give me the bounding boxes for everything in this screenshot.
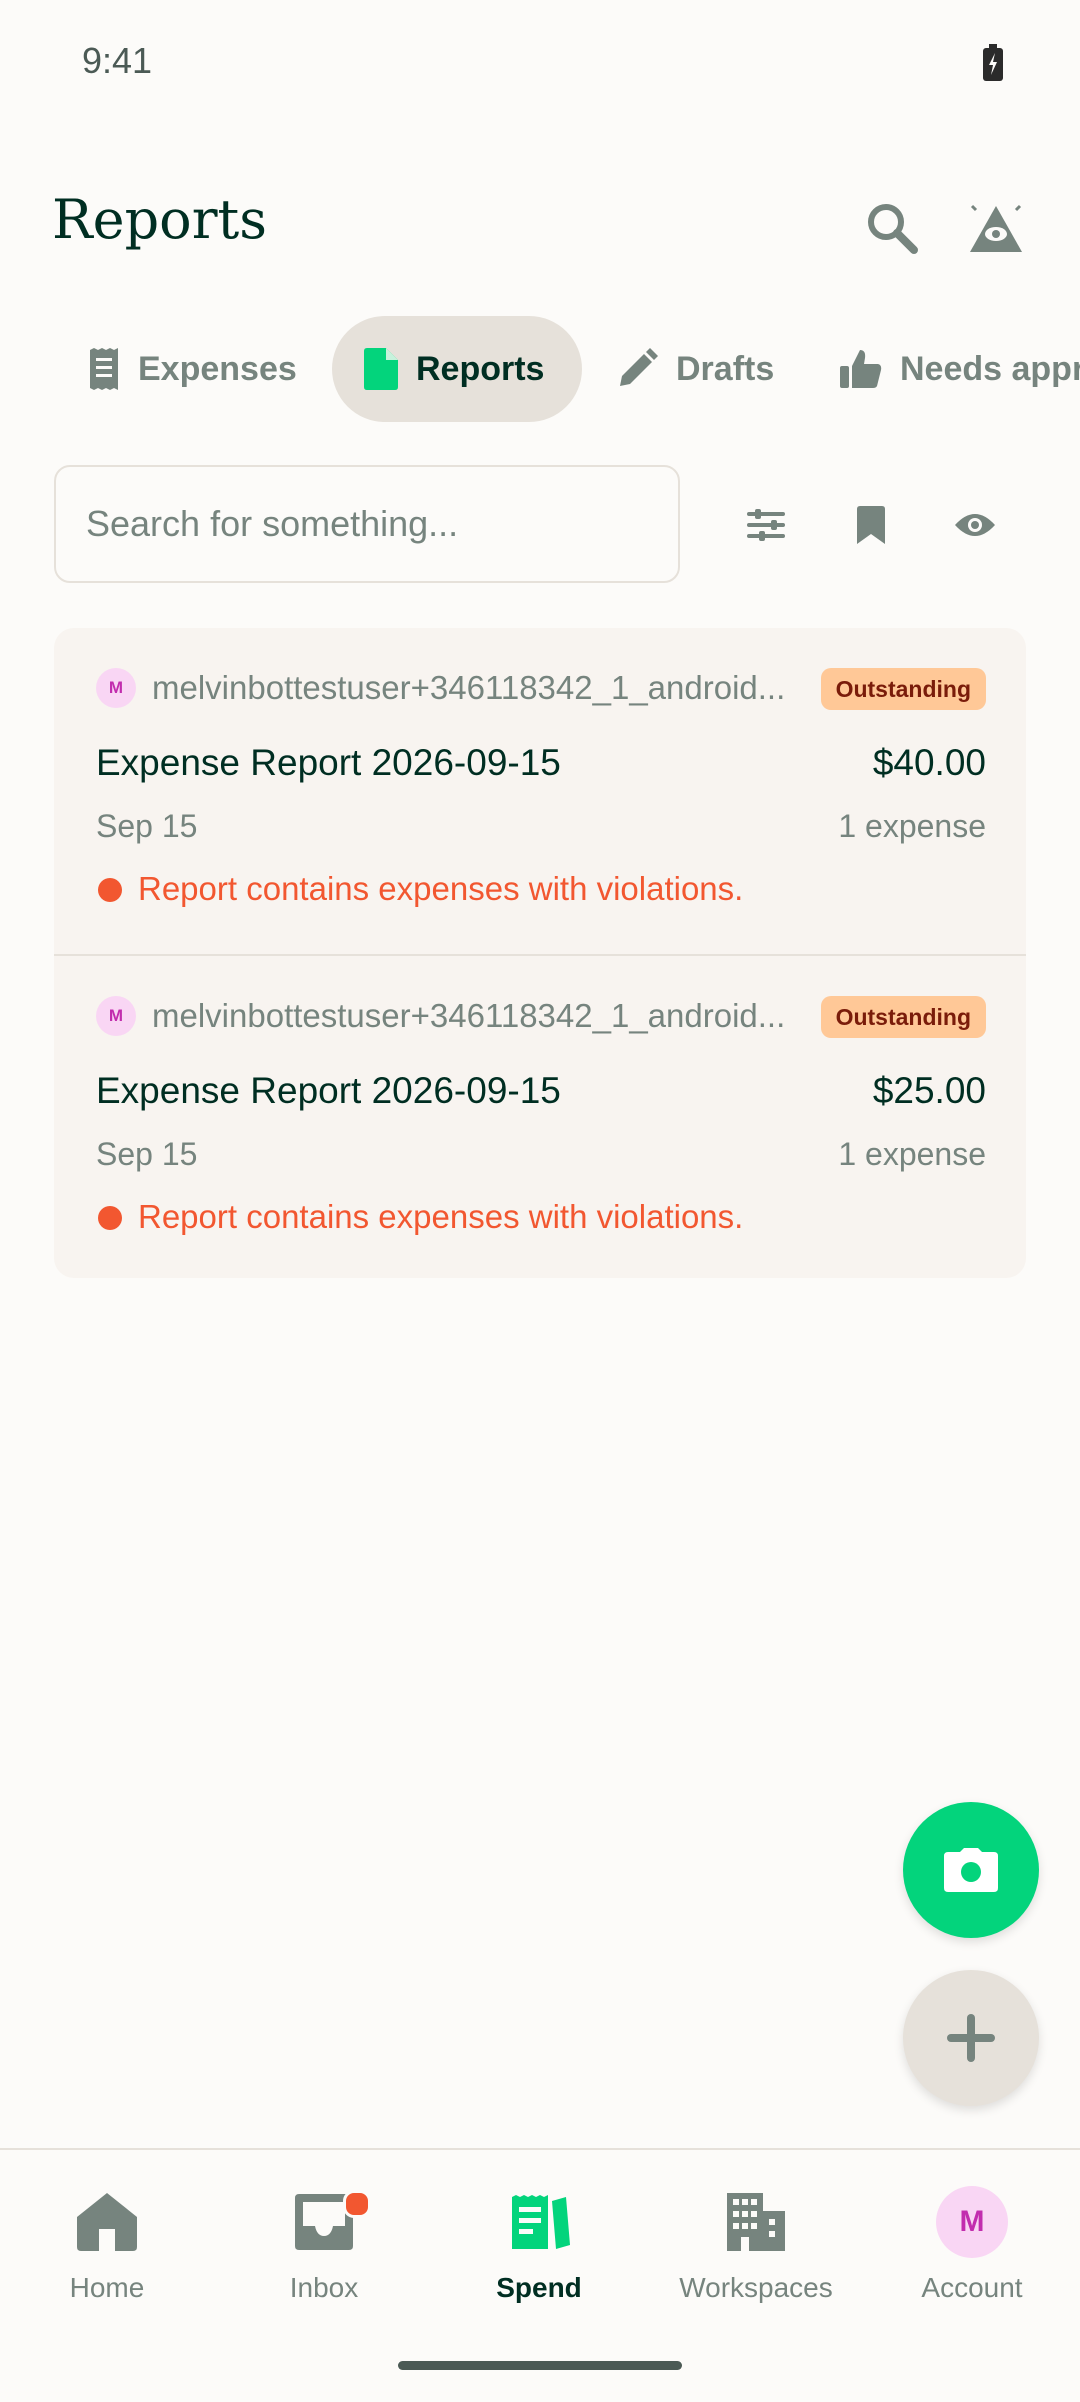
pencil-icon <box>620 348 658 386</box>
tab-drafts[interactable]: Drafts <box>584 316 806 422</box>
building-icon <box>727 2193 785 2251</box>
saved-searches-button[interactable] <box>836 490 906 560</box>
battery-icon <box>983 44 1003 81</box>
tab-label: Reports <box>416 349 545 388</box>
nav-label: Account <box>921 2272 1023 2303</box>
submitter-email: melvinbottestuser+346118342_1_android... <box>152 669 786 706</box>
submitter-avatar: M <box>96 996 136 1036</box>
search-input[interactable] <box>56 467 678 581</box>
receipt-icon <box>90 348 118 390</box>
violation-dot-icon <box>98 878 122 902</box>
tab-label: Drafts <box>676 349 775 388</box>
nav-inbox[interactable]: Inbox <box>229 2186 419 2326</box>
report-title: Expense Report 2026-09-15 <box>96 1070 561 1111</box>
avatar: M <box>936 2186 1008 2258</box>
eye-icon <box>955 514 995 536</box>
report-amount: $25.00 <box>872 1070 986 1111</box>
page-title: Reports <box>52 188 267 251</box>
report-row[interactable]: M melvinbottestuser+346118342_1_android.… <box>54 954 1026 1278</box>
search-icon <box>868 204 918 254</box>
home-icon <box>77 2193 137 2251</box>
expense-count: 1 expense <box>838 1136 986 1172</box>
report-row[interactable]: M melvinbottestuser+346118342_1_android.… <box>54 628 1026 954</box>
scan-receipt-button[interactable] <box>903 1802 1039 1938</box>
report-date: Sep 15 <box>96 1136 198 1172</box>
search-box[interactable] <box>54 465 680 583</box>
camera-icon <box>944 1848 998 1892</box>
nav-label: Spend <box>496 2272 582 2303</box>
nav-label: Workspaces <box>679 2272 833 2303</box>
report-list: M melvinbottestuser+346118342_1_android.… <box>54 628 1026 1278</box>
nav-account[interactable]: M Account <box>877 2186 1067 2326</box>
nav-label: Inbox <box>289 2272 359 2303</box>
sidebar-promo-button[interactable] <box>960 192 1032 264</box>
tab-label: Needs appr <box>900 349 1080 388</box>
violation-message: Report contains expenses with violations… <box>138 1198 744 1235</box>
violation-dot-icon <box>98 1206 122 1230</box>
nav-workspaces[interactable]: Workspaces <box>661 2186 851 2326</box>
submitter-avatar: M <box>96 668 136 708</box>
nav-label: Home <box>69 2272 145 2303</box>
expense-count: 1 expense <box>838 808 986 844</box>
report-type-tabs: Expenses Reports Drafts Needs appr <box>0 316 1080 422</box>
filter-sliders-icon <box>747 509 785 541</box>
submitter-email: melvinbottestuser+346118342_1_android... <box>152 997 786 1034</box>
tab-needs-approval[interactable]: Needs appr <box>808 316 1080 422</box>
nav-spend[interactable]: Spend <box>444 2186 634 2326</box>
tab-label: Expenses <box>138 349 297 388</box>
report-title: Expense Report 2026-09-15 <box>96 742 561 783</box>
report-amount: $40.00 <box>872 742 986 783</box>
page-header: Reports <box>0 180 1080 280</box>
filter-button[interactable] <box>731 490 801 560</box>
illuminati-eye-icon <box>970 204 1022 252</box>
tab-expenses[interactable]: Expenses <box>56 316 329 422</box>
spend-icon <box>512 2195 570 2249</box>
document-icon <box>364 348 398 390</box>
unread-indicator <box>343 2190 371 2218</box>
report-date: Sep 15 <box>96 808 198 844</box>
search-button[interactable] <box>856 192 928 264</box>
status-bar: 9:41 <box>0 0 1080 130</box>
status-badge: Outstanding <box>820 668 986 710</box>
view-options-button[interactable] <box>940 490 1010 560</box>
plus-icon <box>947 2014 995 2062</box>
status-badge: Outstanding <box>820 996 986 1038</box>
home-indicator[interactable] <box>398 2361 682 2370</box>
thumbs-up-icon <box>840 350 882 388</box>
tab-reports[interactable]: Reports <box>332 316 582 422</box>
bookmark-icon <box>857 506 885 544</box>
create-button[interactable] <box>903 1970 1039 2106</box>
violation-message: Report contains expenses with violations… <box>138 870 744 907</box>
nav-home[interactable]: Home <box>12 2186 202 2326</box>
status-time: 9:41 <box>82 40 153 81</box>
